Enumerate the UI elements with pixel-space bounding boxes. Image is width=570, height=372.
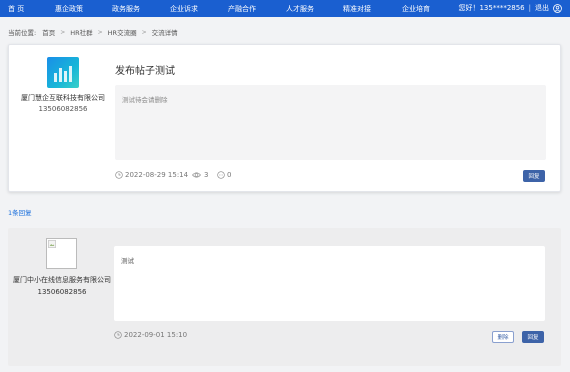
avatar [46,238,77,269]
user-icon[interactable] [553,3,562,13]
reply-reply-button[interactable]: 回复 [522,331,544,343]
post-card: 厦门慧企互联科技有限公司 13506082856 发布帖子测试 测试待会请删除 … [8,44,561,192]
breadcrumb-current: 交流详情 [151,29,178,37]
top-nav-bar: 首 页 惠企政策 政务服务 企业诉求 产融合作 人才服务 精准对接 企业培育 您… [0,0,570,17]
post-company-phone: 13506082856 [38,105,88,113]
comment-icon [217,171,225,179]
clock-icon [115,171,123,179]
logout-link[interactable]: 退出 [535,3,549,13]
post-comments: 0 [217,171,231,179]
post-content: 测试待会请删除 [115,85,546,160]
breadcrumb-hr-community[interactable]: HR社群 [70,27,92,37]
reply-card: 厦门中小在线信息服务有限公司 13506082856 测试 2022-09-01… [8,228,561,366]
reply-datetime: 2022-09-01 15:10 [114,331,187,339]
post-datetime: 2022-08-29 15:14 [115,171,188,179]
nav-talent-service[interactable]: 人才服务 [286,4,314,14]
user-area: 您好！135****2856 | 退出 [458,3,562,13]
reply-datetime-text: 2022-09-01 15:10 [124,331,188,339]
user-greeting[interactable]: 您好！135****2856 [458,3,524,13]
reply-company-phone: 13506082856 [37,288,87,296]
post-views-count: 3 [204,171,209,179]
chevron-right-icon: > [97,28,103,36]
broken-image-icon [48,240,56,248]
nav-precise-matching[interactable]: 精准对接 [343,4,371,14]
reply-content: 测试 [114,246,545,321]
post-title: 发布帖子测试 [115,66,175,77]
post-views: 3 [191,171,208,179]
post-reply-button[interactable]: 回复 [523,170,545,182]
post-company-name: 厦门慧企互联科技有限公司 [21,94,105,102]
nav-enterprise-cultivation[interactable]: 企业培育 [402,4,430,14]
divider: | [528,4,531,12]
breadcrumb: 当前位置: 首页 > HR社群 > HR交流圈 > 交流详情 [8,27,178,38]
nav-enterprise-demand[interactable]: 企业诉求 [170,4,198,14]
post-comments-count: 0 [227,171,232,179]
nav-policy[interactable]: 惠企政策 [55,4,83,14]
nav-finance-cooperation[interactable]: 产融合作 [228,4,256,14]
eye-icon [192,172,201,178]
nav-gov-service[interactable]: 政务服务 [112,4,140,14]
reply-count: 1条回复 [8,209,32,217]
breadcrumb-home[interactable]: 首页 [42,27,55,37]
breadcrumb-hr-circle[interactable]: HR交流圈 [108,27,137,37]
chevron-right-icon: > [60,28,66,36]
delete-button[interactable]: 删除 [492,331,514,343]
breadcrumb-label: 当前位置: [8,29,37,37]
company-logo [47,57,79,88]
post-datetime-text: 2022-08-29 15:14 [125,171,189,179]
nav-home[interactable]: 首 页 [8,4,24,14]
chevron-right-icon: > [141,28,147,36]
reply-company-name: 厦门中小在线信息服务有限公司 [13,276,111,284]
clock-icon [114,331,122,339]
